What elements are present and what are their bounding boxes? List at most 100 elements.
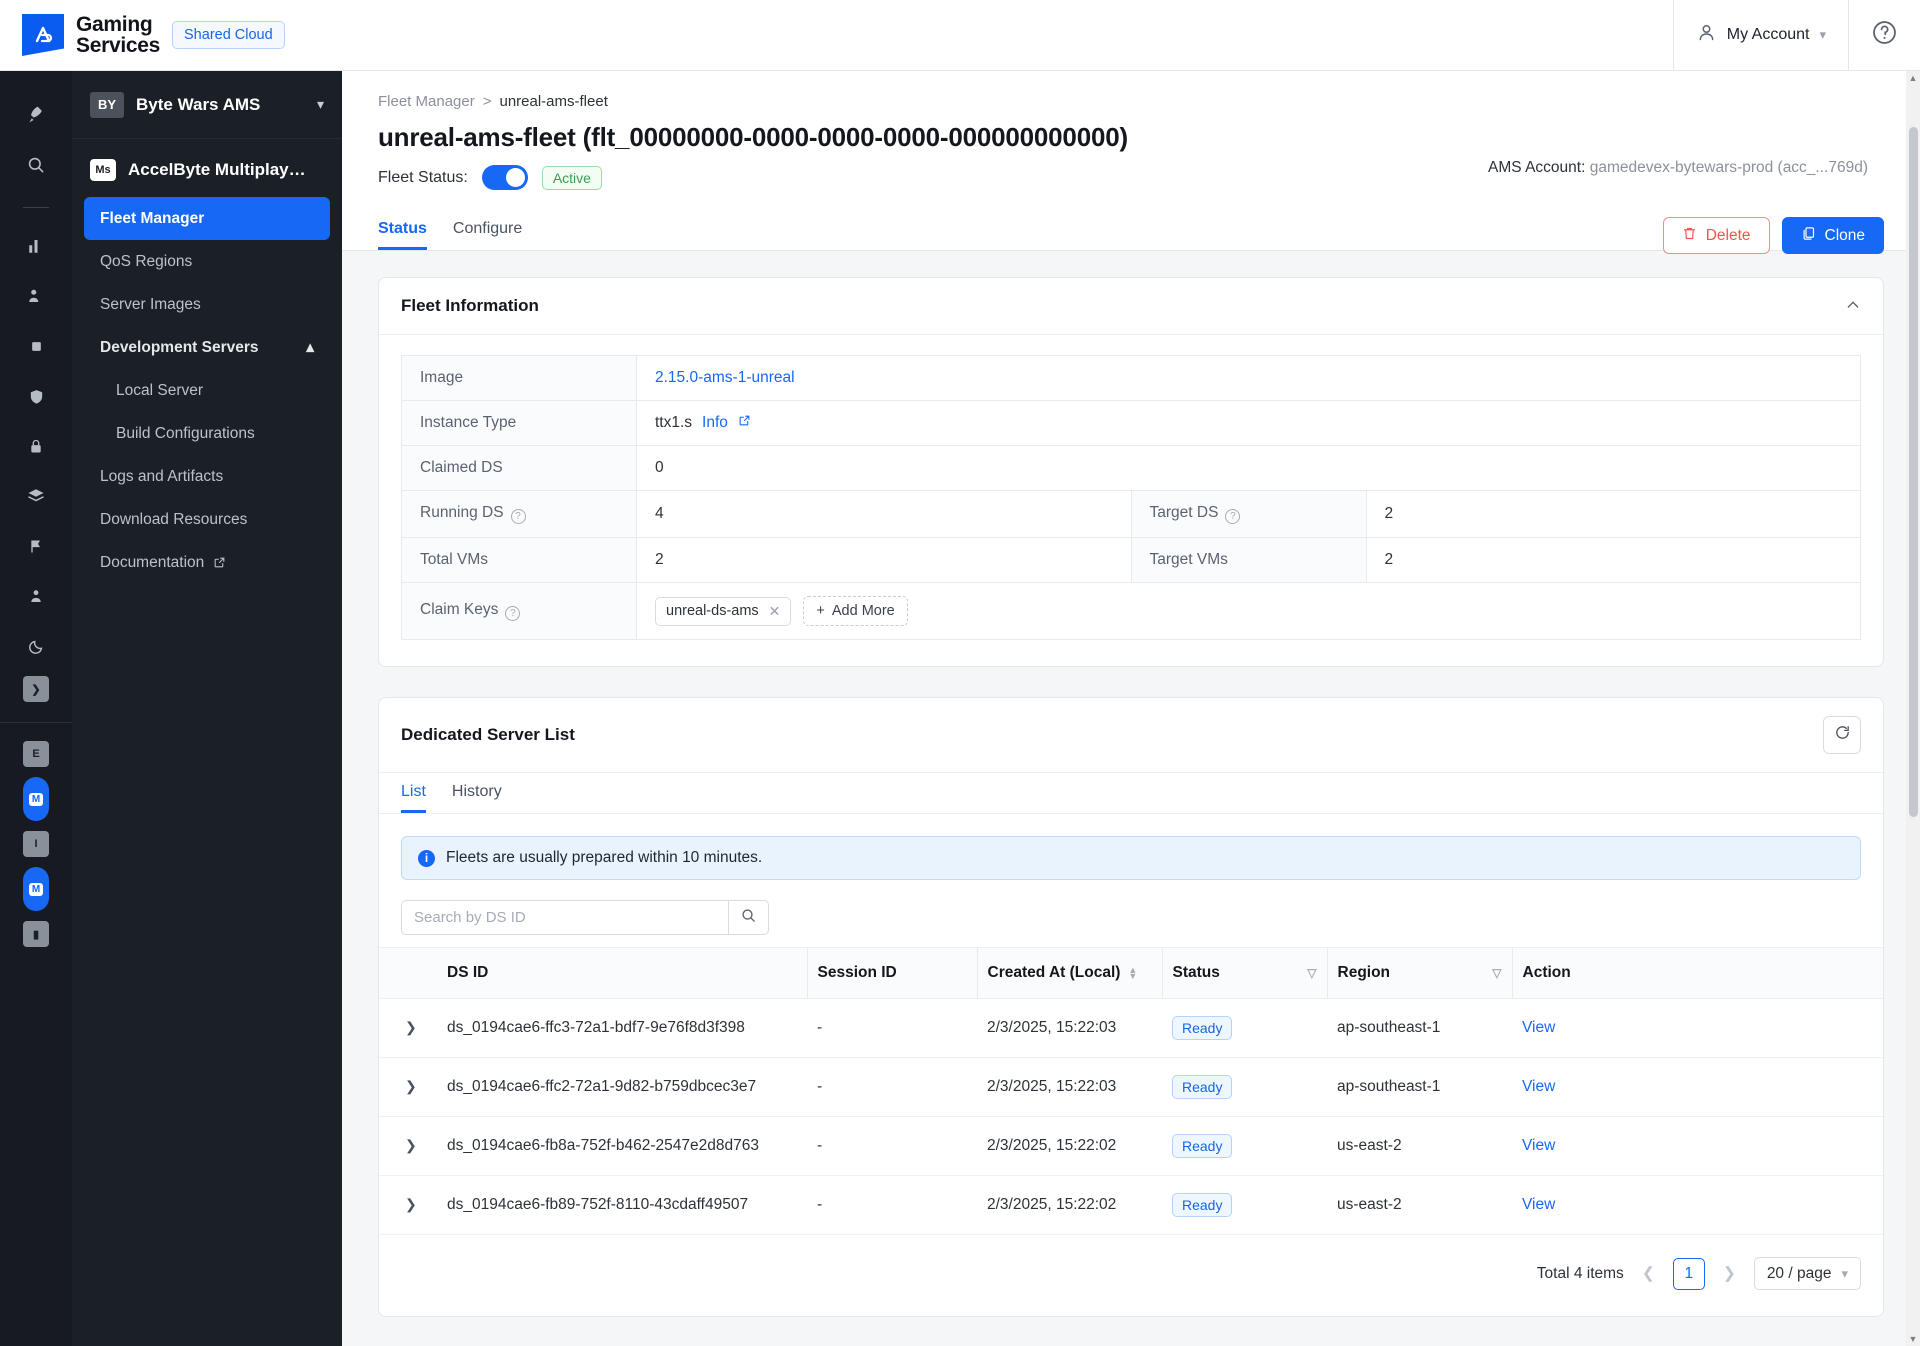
scroll-up-arrow-icon[interactable]: ▲ <box>1908 73 1918 83</box>
sidebar-item-development-servers[interactable]: Development Servers ▴ <box>84 326 330 369</box>
tab-history[interactable]: History <box>452 773 502 813</box>
pagination-page-1[interactable]: 1 <box>1672 1257 1705 1290</box>
ms-badge-active-icon[interactable]: M <box>23 777 49 821</box>
layers-icon[interactable] <box>16 476 56 516</box>
row-value: unreal-ds-ams ✕ + Add More <box>636 582 1861 640</box>
icon-rail: ❯ E M I M ▮ <box>0 71 72 1346</box>
search-area <box>379 880 1883 947</box>
sidebar-item-qos-regions[interactable]: QoS Regions <box>84 240 330 283</box>
rocket-icon[interactable] <box>16 95 56 135</box>
help-icon[interactable]: ? <box>505 606 521 621</box>
status-badge: Ready <box>1172 1075 1233 1099</box>
scrollbar-thumb[interactable] <box>1909 127 1918 817</box>
fleet-status-toggle[interactable] <box>481 165 528 190</box>
claim-key-chip: unreal-ds-ams ✕ <box>655 596 792 626</box>
fleet-information-title: Fleet Information <box>401 296 539 315</box>
bar-chart-icon[interactable] <box>16 226 56 266</box>
row-key: Claim Keys? <box>401 582 637 640</box>
sidebar-item-label: QoS Regions <box>100 252 193 270</box>
expand-cell: ❯ <box>379 1175 437 1235</box>
sidebar-item-download-resources[interactable]: Download Resources <box>84 498 330 541</box>
ms-badge-active-2-icon[interactable]: M <box>23 867 49 911</box>
claim-key-label: unreal-ds-ams <box>666 603 759 619</box>
cell-action: View <box>1512 998 1883 1058</box>
row-key: Running DS? <box>401 490 637 538</box>
refresh-button[interactable] <box>1823 716 1861 754</box>
tab-status[interactable]: Status <box>378 220 427 250</box>
table-row: ❯ ds_0194cae6-ffc2-72a1-9d82-b759dbcec3e… <box>379 1057 1883 1117</box>
sidebar-item-local-server[interactable]: Local Server <box>84 369 330 412</box>
sidebar-item-logs-and-artifacts[interactable]: Logs and Artifacts <box>84 455 330 498</box>
close-icon[interactable]: ✕ <box>769 603 781 620</box>
tile-icon[interactable]: ▮ <box>23 921 49 947</box>
table-row: Instance Type ttx1.s Info <box>401 400 1861 446</box>
help-icon[interactable]: ? <box>1225 509 1241 524</box>
chevron-left-icon[interactable]: ❮ <box>1638 1264 1659 1283</box>
flag-icon[interactable] <box>16 526 56 566</box>
sidebar-item-build-configurations[interactable]: Build Configurations <box>84 412 330 455</box>
chevron-right-icon[interactable]: ❯ <box>1719 1264 1740 1283</box>
org-switcher[interactable]: BY Byte Wars AMS ▾ <box>72 71 342 139</box>
cell-action: View <box>1512 1175 1883 1235</box>
i-badge-icon[interactable]: I <box>23 831 49 857</box>
e-badge-icon[interactable]: E <box>23 741 49 767</box>
view-link[interactable]: View <box>1522 1078 1555 1095</box>
lock-icon[interactable] <box>16 426 56 466</box>
view-link[interactable]: View <box>1522 1196 1555 1213</box>
view-link[interactable]: View <box>1522 1019 1555 1036</box>
view-link[interactable]: View <box>1522 1137 1555 1154</box>
sort-icon[interactable]: ▲ ▼ <box>1128 966 1137 981</box>
brand-logo[interactable]: Gaming Services <box>0 14 160 56</box>
chevron-right-icon[interactable]: ❯ <box>23 676 49 702</box>
box-icon[interactable] <box>16 326 56 366</box>
row-value: 2 <box>636 537 1132 583</box>
moon-icon[interactable] <box>16 626 56 666</box>
scroll-down-arrow-icon[interactable]: ▼ <box>1908 1334 1918 1344</box>
row-key: Instance Type <box>401 400 637 446</box>
filter-icon[interactable]: ▽ <box>1492 966 1501 980</box>
account-menu-button[interactable]: My Account ▾ <box>1672 0 1848 71</box>
sidebar-item-documentation[interactable]: Documentation <box>84 541 330 584</box>
search-icon[interactable] <box>16 145 56 185</box>
tab-configure[interactable]: Configure <box>453 220 522 250</box>
breadcrumb-root-link[interactable]: Fleet Manager <box>378 93 475 110</box>
breadcrumb-current: unreal-ams-fleet <box>499 93 608 110</box>
help-button[interactable] <box>1848 0 1920 71</box>
sidebar: BY Byte Wars AMS ▾ Ms AccelByte Multipla… <box>72 71 342 1346</box>
chevron-right-icon[interactable]: ❯ <box>405 1019 417 1035</box>
instance-info-link[interactable]: Info <box>702 414 728 432</box>
sidebar-item-fleet-manager[interactable]: Fleet Manager <box>84 197 330 240</box>
page-size-select[interactable]: 20 / page ▾ <box>1753 1257 1861 1290</box>
shield-icon[interactable] <box>16 376 56 416</box>
chevron-up-icon[interactable] <box>1845 297 1861 316</box>
page-size-label: 20 / page <box>1766 1264 1832 1282</box>
rail-divider <box>23 207 49 208</box>
sidebar-item-label: Development Servers <box>100 338 259 356</box>
cell-created-at: 2/3/2025, 15:22:03 <box>977 1057 1162 1117</box>
row-key-2-label: Target DS <box>1149 504 1219 521</box>
search-button[interactable] <box>728 900 769 935</box>
tab-list[interactable]: List <box>401 773 426 813</box>
people-icon[interactable] <box>16 276 56 316</box>
page-title: unreal-ams-fleet (flt_00000000-0000-0000… <box>378 122 1128 152</box>
cell-ds-id: ds_0194cae6-fb89-752f-8110-43cdaff49507 <box>437 1175 807 1235</box>
chevron-right-icon[interactable]: ❯ <box>405 1137 417 1153</box>
add-more-button[interactable]: + Add More <box>803 596 908 626</box>
search-icon <box>740 907 757 929</box>
clone-button[interactable]: Clone <box>1781 217 1884 254</box>
user-icon[interactable] <box>16 576 56 616</box>
delete-button[interactable]: Delete <box>1662 217 1770 254</box>
sidebar-item-server-images[interactable]: Server Images <box>84 283 330 326</box>
cell-session-id: - <box>807 1057 977 1117</box>
column-action: Action <box>1511 947 1883 999</box>
help-icon[interactable]: ? <box>510 509 526 524</box>
row-key: Image <box>401 355 637 401</box>
fleet-information-header: Fleet Information <box>379 278 1883 335</box>
search-input[interactable] <box>401 900 728 935</box>
scrollbar-track[interactable]: ▲ ▼ <box>1906 71 1920 1346</box>
environment-badge[interactable]: Shared Cloud <box>172 21 285 49</box>
filter-icon[interactable]: ▽ <box>1307 966 1316 980</box>
chevron-right-icon[interactable]: ❯ <box>405 1078 417 1094</box>
image-link[interactable]: 2.15.0-ams-1-unreal <box>655 369 795 386</box>
chevron-right-icon[interactable]: ❯ <box>405 1196 417 1212</box>
